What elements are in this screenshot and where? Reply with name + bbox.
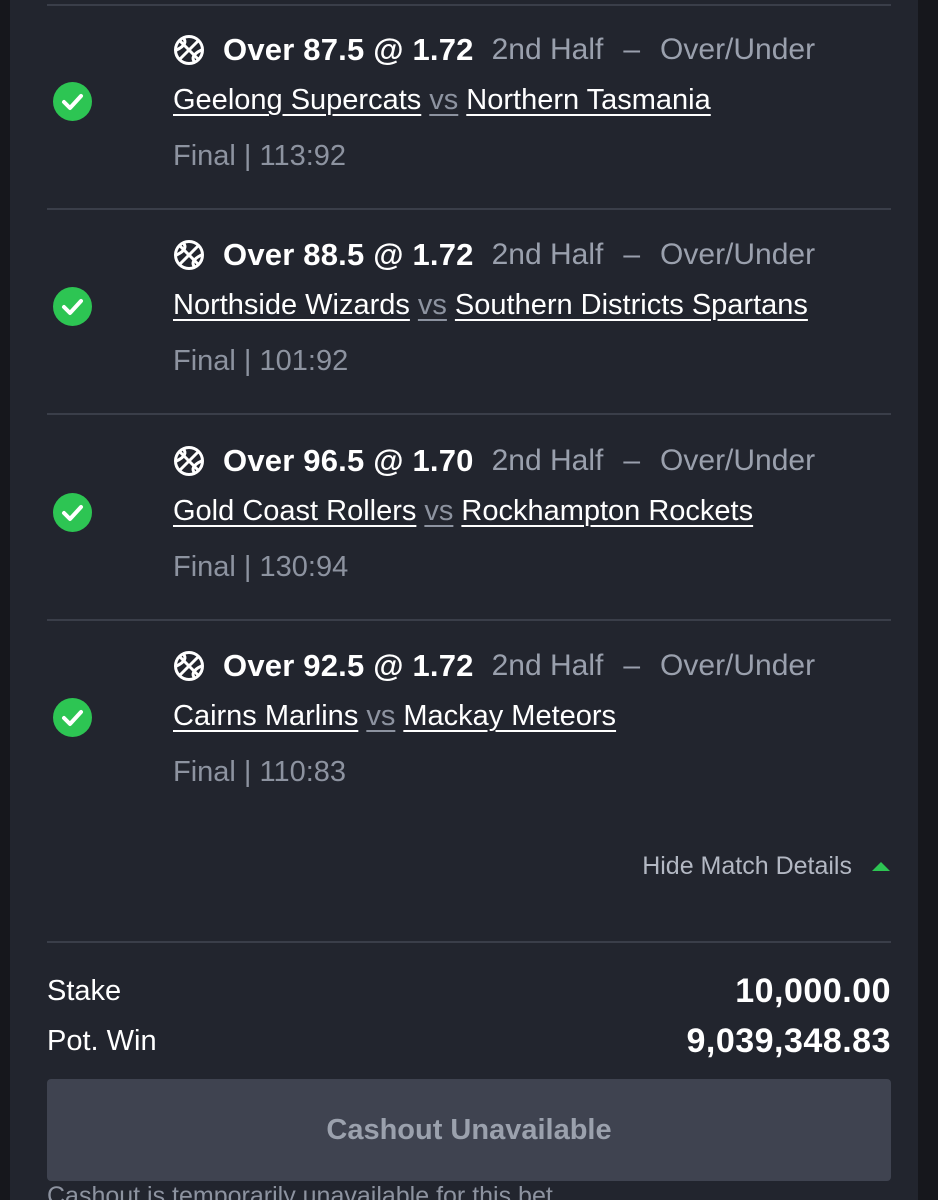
home-team-link[interactable]: Cairns Marlins [173,700,358,732]
bet-leg-4: Over 92.5 @ 1.72 2nd Half – Over/Under C… [10,616,918,821]
separator-dash: – [623,444,641,477]
basketball-icon [174,240,204,270]
market-type-label: Over/Under [660,33,816,66]
match-teams: Geelong Supercats vs Northern Tasmania [173,84,711,124]
separator-dash: – [623,33,641,66]
bet-leg-2: Over 88.5 @ 1.72 2nd Half – Over/Under N… [10,205,918,410]
bet-card: Over 87.5 @ 1.72 2nd Half – Over/Under G… [10,0,918,1200]
hide-match-details-toggle[interactable]: Hide Match Details [642,852,890,881]
match-teams: Gold Coast Rollers vs Rockhampton Rockets [173,495,753,535]
market-label: 2nd Half [491,649,604,682]
final-score: Final | 130:94 [173,551,349,583]
caret-up-icon [872,862,890,871]
selection-row: Over 92.5 @ 1.72 2nd Half – Over/Under [173,646,815,686]
vs-label: vs [424,495,454,527]
away-team-link[interactable]: Rockhampton Rockets [461,495,753,527]
final-score: Final | 113:92 [173,140,347,172]
final-score: Final | 110:83 [173,756,347,788]
away-team-link[interactable]: Northern Tasmania [466,84,710,116]
hide-match-details-label: Hide Match Details [642,852,852,880]
cashout-button-label: Cashout Unavailable [326,1113,612,1146]
match-teams: Northside Wizards vs Southern Districts Sp… [173,289,808,329]
market-type-label: Over/Under [660,238,816,271]
summary-divider [47,941,891,943]
won-check-icon [53,698,92,737]
cashout-note: Cashout is temporarily unavailable for t… [47,1182,553,1200]
bet-leg-3: Over 96.5 @ 1.70 2nd Half – Over/Under G… [10,411,918,616]
cashout-button[interactable]: Cashout Unavailable [47,1079,891,1181]
match-teams: Cairns Marlins vs Mackay Meteors [173,700,616,740]
vs-label: vs [417,289,447,321]
vs-label: vs [366,700,396,732]
basketball-icon [174,446,204,476]
away-team-link[interactable]: Southern Districts Spartans [455,289,808,321]
market-type-label: Over/Under [660,444,816,477]
won-check-icon [53,493,92,532]
selection-row: Over 88.5 @ 1.72 2nd Half – Over/Under [173,235,815,275]
basketball-icon [174,651,204,681]
selection-label: Over 88.5 @ 1.72 [223,237,474,272]
basketball-icon [174,35,204,65]
won-check-icon [53,82,92,121]
home-team-link[interactable]: Northside Wizards [173,289,410,321]
market-label: 2nd Half [491,238,604,271]
pot-win-value: 9,039,348.83 [686,1022,891,1060]
bet-leg-1: Over 87.5 @ 1.72 2nd Half – Over/Under G… [10,0,918,205]
market-type-label: Over/Under [660,649,816,682]
separator-dash: – [623,238,641,271]
selection-row: Over 87.5 @ 1.72 2nd Half – Over/Under [173,30,815,70]
home-team-link[interactable]: Geelong Supercats [173,84,421,116]
market-label: 2nd Half [491,33,604,66]
final-score: Final | 101:92 [173,345,349,377]
vs-label: vs [429,84,459,116]
separator-dash: – [623,649,641,682]
stake-value: 10,000.00 [735,972,891,1010]
selection-label: Over 96.5 @ 1.70 [223,443,474,478]
won-check-icon [53,287,92,326]
away-team-link[interactable]: Mackay Meteors [403,700,616,732]
market-label: 2nd Half [491,444,604,477]
selection-label: Over 87.5 @ 1.72 [223,32,474,67]
pot-win-label: Pot. Win [47,1025,157,1057]
selection-label: Over 92.5 @ 1.72 [223,648,474,683]
stake-label: Stake [47,975,122,1007]
selection-row: Over 96.5 @ 1.70 2nd Half – Over/Under [173,441,815,481]
home-team-link[interactable]: Gold Coast Rollers [173,495,416,527]
